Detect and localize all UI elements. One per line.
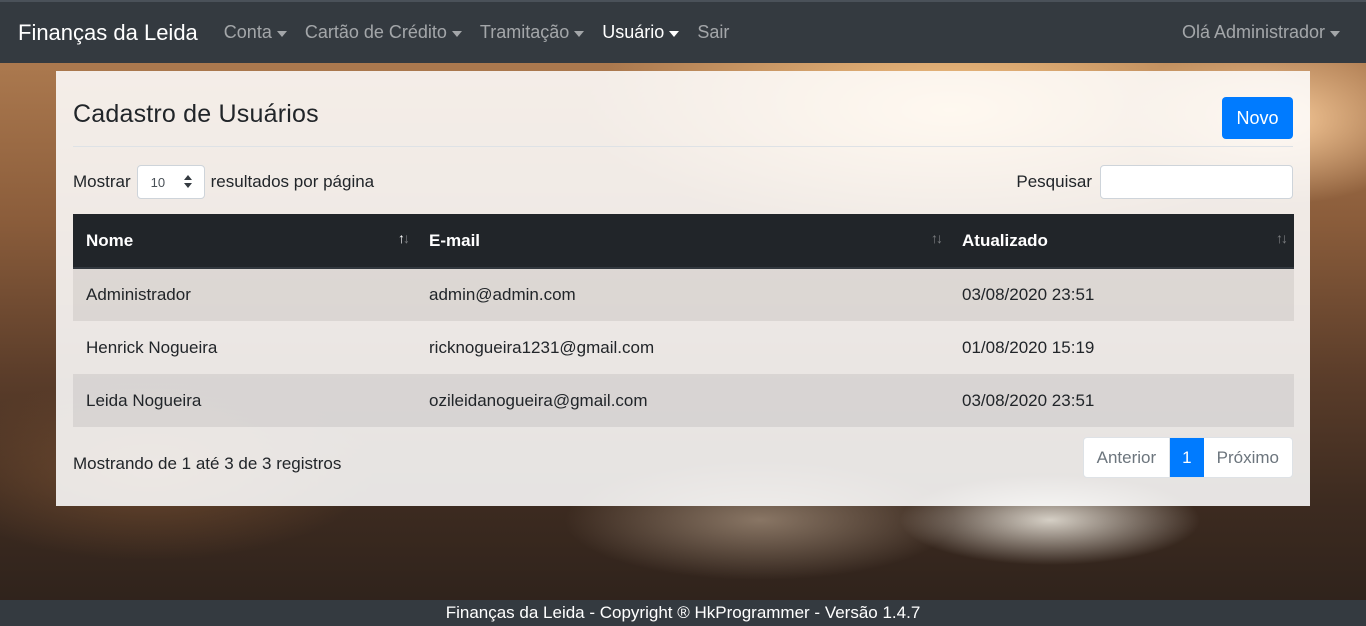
page-length-control: Mostrar 10 resultados por página bbox=[73, 165, 374, 199]
cell-atualizado: 03/08/2020 23:51 bbox=[962, 390, 1095, 410]
nav-item-tramitacao[interactable]: Tramitação bbox=[479, 22, 585, 43]
sort-icon: ↑↓ bbox=[1276, 230, 1288, 246]
page-length-suffix: resultados por página bbox=[210, 172, 375, 191]
nav-item-sair[interactable]: Sair bbox=[697, 22, 729, 43]
users-table: Nome ↑↓ E-mail ↑↓ Atualizado ↑↓ Administ… bbox=[73, 214, 1294, 427]
table-row[interactable]: Administrador admin@admin.com 03/08/2020… bbox=[73, 268, 1294, 321]
nav-item-conta[interactable]: Conta bbox=[224, 22, 287, 43]
pagination-next[interactable]: Próximo bbox=[1204, 438, 1292, 477]
search-control: Pesquisar bbox=[1016, 165, 1293, 199]
search-label: Pesquisar bbox=[1016, 172, 1092, 191]
card-header: Cadastro de Usuários Novo bbox=[73, 71, 1293, 147]
pagination-page-1[interactable]: 1 bbox=[1170, 438, 1204, 477]
sort-icon: ↑↓ bbox=[931, 230, 943, 246]
nav-label: Conta bbox=[223, 22, 272, 42]
nav-label: Cartão de Crédito bbox=[304, 22, 447, 42]
cell-atualizado: 03/08/2020 23:51 bbox=[962, 285, 1095, 304]
top-navbar: Finanças da Leida Conta Cartão de Crédit… bbox=[0, 0, 1366, 63]
nav-label: Usuário bbox=[602, 22, 665, 42]
caret-down-icon bbox=[1330, 30, 1340, 37]
nav-item-cartao-de-credito[interactable]: Cartão de Crédito bbox=[305, 22, 462, 43]
page-length-prefix: Mostrar bbox=[73, 172, 131, 191]
table-row[interactable]: Henrick Nogueira ricknogueira1231@gmail.… bbox=[73, 321, 1294, 374]
column-label: Nome bbox=[86, 230, 134, 250]
nav-item-usuario[interactable]: Usuário bbox=[602, 22, 680, 43]
column-header-nome[interactable]: Nome ↑↓ bbox=[73, 214, 416, 269]
users-card: Cadastro de Usuários Novo Mostrar 10 res… bbox=[56, 71, 1310, 506]
cell-email: ricknogueira1231@gmail.com bbox=[429, 337, 655, 357]
sort-asc-icon: ↑↓ bbox=[398, 230, 410, 246]
cell-nome: Administrador bbox=[86, 285, 191, 304]
caret-down-icon bbox=[574, 30, 585, 37]
cell-nome: Leida Nogueira bbox=[86, 390, 202, 410]
table-summary: Mostrando de 1 até 3 de 3 registros bbox=[73, 454, 342, 473]
cell-email: ozileidanogueira@gmail.com bbox=[429, 390, 648, 410]
column-header-atualizado[interactable]: Atualizado ↑↓ bbox=[949, 214, 1294, 269]
nav-label: Sair bbox=[697, 22, 730, 42]
caret-down-icon bbox=[669, 30, 680, 37]
page-length-value: 10 bbox=[150, 174, 166, 190]
cell-atualizado: 01/08/2020 15:19 bbox=[962, 337, 1095, 357]
select-arrows-icon bbox=[183, 175, 192, 189]
column-header-email[interactable]: E-mail ↑↓ bbox=[416, 214, 949, 269]
table-header-row: Nome ↑↓ E-mail ↑↓ Atualizado ↑↓ bbox=[73, 214, 1294, 269]
pagination-previous[interactable]: Anterior bbox=[1084, 438, 1171, 477]
pagination: Anterior 1 Próximo bbox=[1082, 437, 1293, 478]
column-label: Atualizado bbox=[962, 230, 1048, 250]
new-user-button[interactable]: Novo bbox=[1222, 97, 1293, 139]
column-label: E-mail bbox=[429, 230, 481, 250]
cell-email: admin@admin.com bbox=[429, 285, 576, 304]
brand-logo[interactable]: Finanças da Leida bbox=[18, 20, 198, 46]
table-row[interactable]: Leida Nogueira ozileidanogueira@gmail.co… bbox=[73, 374, 1294, 427]
nav-label: Tramitação bbox=[479, 22, 570, 42]
page-length-select[interactable]: 10 bbox=[136, 165, 205, 199]
page-footer: Finanças da Leida - Copyright ® HkProgra… bbox=[0, 600, 1366, 626]
search-input[interactable] bbox=[1100, 165, 1293, 199]
caret-down-icon bbox=[451, 30, 462, 37]
cell-nome: Henrick Nogueira bbox=[86, 337, 218, 357]
user-menu[interactable]: Olá Administrador bbox=[1182, 22, 1340, 43]
user-menu-label: Olá Administrador bbox=[1181, 22, 1325, 42]
caret-down-icon bbox=[276, 30, 287, 37]
page-title: Cadastro de Usuários bbox=[73, 100, 319, 128]
